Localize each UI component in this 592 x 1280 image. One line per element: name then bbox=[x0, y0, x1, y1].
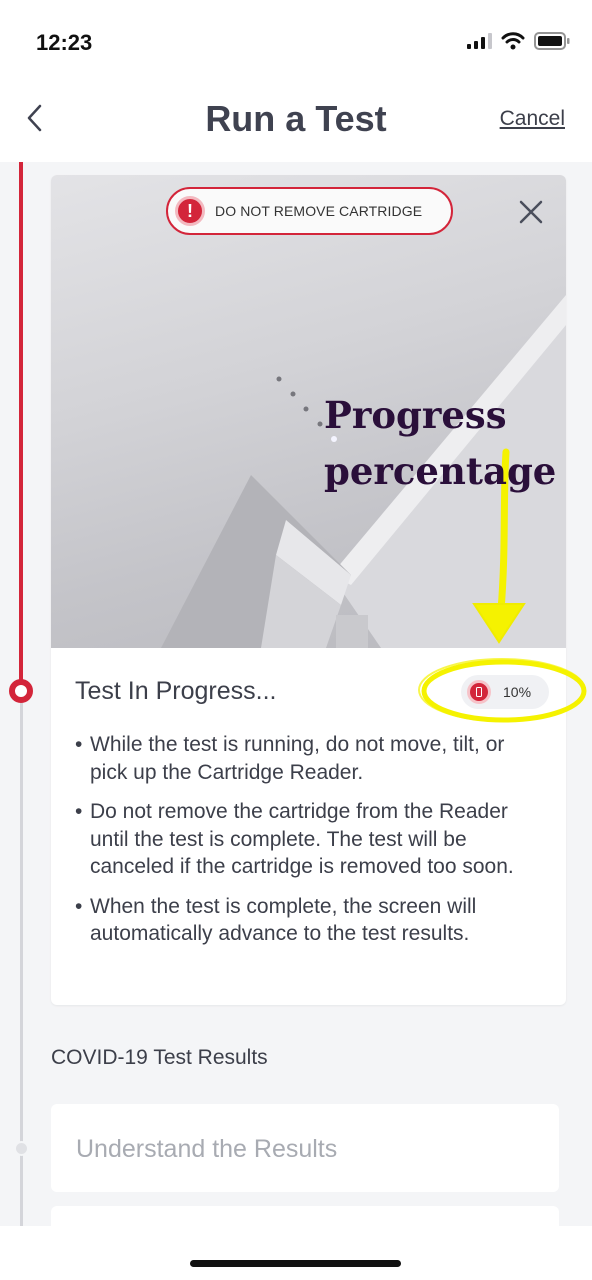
status-row: Test In Progress... 10% bbox=[75, 675, 552, 709]
annotation-line-2: percentage bbox=[324, 449, 557, 493]
annotation-line-1: Progress bbox=[324, 393, 507, 437]
timeline-node-current bbox=[9, 679, 33, 703]
instruction-item: When the test is complete, the screen wi… bbox=[75, 893, 545, 948]
close-button[interactable] bbox=[516, 197, 546, 227]
step-understand-results[interactable]: Understand the Results bbox=[51, 1104, 559, 1192]
test-in-progress-card: ! DO NOT REMOVE CARTRIDGE Test In Progre… bbox=[51, 175, 566, 1005]
timeline-progress-line bbox=[19, 162, 23, 690]
do-not-remove-banner: ! DO NOT REMOVE CARTRIDGE bbox=[166, 187, 453, 235]
instruction-list: While the test is running, do not move, … bbox=[75, 731, 545, 960]
instruction-item: Do not remove the cartridge from the Rea… bbox=[75, 798, 545, 881]
screen: 12:23 Run a Test Cancel ! DO NOT REMOVE … bbox=[0, 0, 592, 1280]
progress-percentage: 10% bbox=[503, 684, 532, 700]
cartridge-reader-icon bbox=[467, 680, 491, 704]
annotation-label: Progress percentage bbox=[324, 387, 556, 499]
step-title: Test In Progress... bbox=[75, 677, 277, 705]
signal-icon bbox=[467, 33, 492, 49]
bottom-safe-area bbox=[0, 1226, 592, 1280]
timeline-node-next bbox=[14, 1141, 29, 1156]
warning-label: DO NOT REMOVE CARTRIDGE bbox=[215, 203, 423, 219]
step-label: Understand the Results bbox=[76, 1135, 338, 1163]
status-icons bbox=[467, 32, 570, 50]
cancel-button[interactable]: Cancel bbox=[500, 107, 565, 131]
wifi-icon bbox=[501, 32, 525, 50]
instruction-item: While the test is running, do not move, … bbox=[75, 731, 545, 786]
alert-icon: ! bbox=[175, 196, 205, 226]
battery-icon bbox=[534, 32, 570, 50]
nav-header: Run a Test Cancel bbox=[0, 80, 592, 162]
status-time: 12:23 bbox=[36, 30, 93, 55]
progress-badge: 10% bbox=[461, 675, 549, 709]
close-icon bbox=[519, 200, 543, 224]
section-heading: COVID-19 Test Results bbox=[51, 1046, 268, 1069]
status-bar: 12:23 bbox=[0, 0, 592, 80]
home-indicator[interactable] bbox=[190, 1260, 401, 1267]
